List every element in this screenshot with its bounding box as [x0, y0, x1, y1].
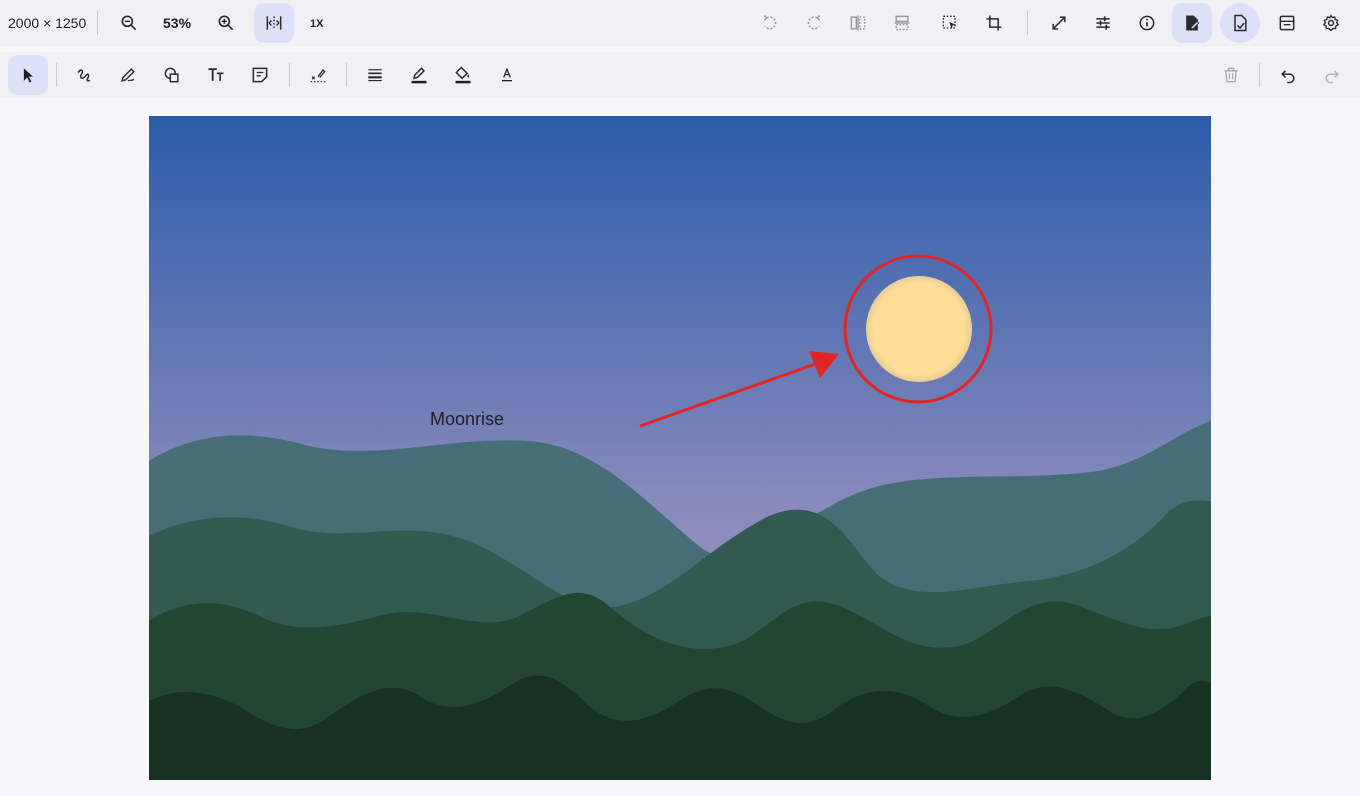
signature-button[interactable]	[298, 55, 338, 95]
undo-icon	[1281, 70, 1295, 84]
fill-color-button[interactable]	[443, 55, 483, 95]
note-icon	[252, 67, 268, 83]
adjust-icon	[1096, 16, 1110, 30]
font-color-icon	[502, 67, 512, 82]
redo-button[interactable]	[1312, 55, 1352, 95]
pen-button[interactable]	[108, 55, 148, 95]
divider	[346, 63, 347, 87]
image-size-label: 2000 × 1250	[8, 15, 87, 31]
undo-button[interactable]	[1268, 55, 1308, 95]
select-tool-icon	[23, 68, 33, 83]
save-file-button[interactable]	[1220, 3, 1260, 43]
note-button[interactable]	[240, 55, 280, 95]
signature-icon	[310, 68, 326, 83]
zoom-in-button[interactable]	[206, 3, 246, 43]
save-button[interactable]	[1267, 3, 1307, 43]
zoom-in-icon	[218, 15, 234, 31]
crop-icon	[986, 15, 1002, 31]
divider	[97, 11, 98, 35]
text-icon	[208, 68, 224, 81]
rotate-right-icon	[807, 14, 821, 30]
divider	[289, 63, 290, 87]
freehand-button[interactable]	[64, 55, 104, 95]
resize-button[interactable]	[1039, 3, 1079, 43]
divider	[56, 63, 57, 87]
top-toolbar: 2000 × 1250 53% 1X	[0, 0, 1360, 46]
select-region-button[interactable]	[930, 3, 970, 43]
fill-color-icon	[455, 66, 471, 84]
pen-icon	[121, 68, 135, 82]
stroke-color-button[interactable]	[399, 55, 439, 95]
flip-vertical-icon	[894, 15, 910, 31]
scale-label[interactable]: 1X	[310, 15, 323, 33]
divider	[1027, 11, 1028, 35]
annotate-icon	[1186, 15, 1200, 31]
line-weight-button[interactable]	[355, 55, 395, 95]
flip-horizontal-button[interactable]	[838, 3, 878, 43]
image-canvas[interactable]: Moonrise	[149, 116, 1211, 780]
info-button[interactable]	[1127, 3, 1167, 43]
divider	[1259, 63, 1260, 87]
settings-icon	[1322, 14, 1340, 32]
moon	[866, 276, 972, 382]
select-tool-button[interactable]	[8, 55, 48, 95]
annotation-text[interactable]: Moonrise	[430, 409, 504, 430]
delete-icon	[1224, 67, 1238, 83]
flip-horizontal-icon	[850, 15, 866, 31]
select-region-icon	[942, 15, 956, 29]
rotate-left-icon	[763, 14, 777, 30]
line-weight-icon	[368, 69, 382, 82]
resize-icon	[1052, 16, 1066, 30]
rotate-right-button[interactable]	[794, 3, 834, 43]
rotate-left-button[interactable]	[750, 3, 790, 43]
delete-button[interactable]	[1211, 55, 1251, 95]
info-icon	[1139, 15, 1155, 31]
redo-icon	[1325, 70, 1339, 84]
annotate-button[interactable]	[1172, 3, 1212, 43]
shapes-button[interactable]	[152, 55, 192, 95]
zoom-out-button[interactable]	[109, 3, 149, 43]
crop-button[interactable]	[974, 3, 1014, 43]
freehand-icon	[77, 69, 91, 82]
fit-width-button[interactable]	[254, 3, 294, 43]
adjust-button[interactable]	[1083, 3, 1123, 43]
stroke-color-icon	[411, 67, 427, 84]
save-file-icon	[1234, 14, 1247, 32]
landscape-image	[149, 116, 1211, 780]
fit-width-icon	[266, 16, 282, 30]
text-button[interactable]	[196, 55, 236, 95]
annotation-toolbar	[0, 52, 1360, 98]
shapes-icon	[164, 67, 179, 83]
save-icon	[1279, 15, 1295, 31]
zoom-level[interactable]: 53%	[163, 14, 191, 32]
flip-vertical-button[interactable]	[882, 3, 922, 43]
font-color-button[interactable]	[487, 55, 527, 95]
settings-button[interactable]	[1311, 3, 1351, 43]
zoom-out-icon	[121, 15, 137, 31]
